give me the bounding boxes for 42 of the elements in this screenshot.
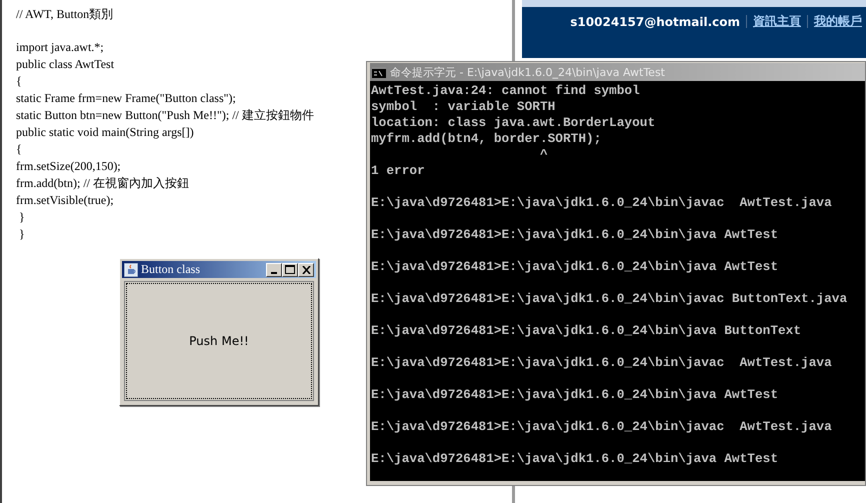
close-icon xyxy=(302,266,310,274)
code-line: static Button btn=new Button("Push Me!!"); // 建立按鈕物件 xyxy=(16,107,314,124)
console-line: ^ xyxy=(538,147,548,163)
console-icon xyxy=(372,66,386,78)
header-link[interactable]: 資訊主頁 xyxy=(753,13,801,30)
code-line: frm.setVisible(true); xyxy=(16,192,114,209)
code-line: // AWT, Button類別 xyxy=(16,6,114,23)
console-line: AwtTest.java:24: cannot find symbol xyxy=(371,83,640,99)
code-line: frm.setSize(200,150); xyxy=(16,158,121,175)
minimize-button[interactable] xyxy=(266,262,282,276)
console-line: E:\java\d9726481>E:\java\jdk1.6.0_24\bin\java ButtonText xyxy=(371,323,802,339)
console-line: 1 error xyxy=(371,163,425,179)
console-line: E:\java\d9726481>E:\java\jdk1.6.0_24\bin\javac AwtTest.java xyxy=(371,355,832,371)
minimize-icon xyxy=(271,272,277,274)
code-line: { xyxy=(16,73,22,90)
console-line: myfrm.add(btn4, border.SORTH); xyxy=(371,131,602,147)
console-line: location: class java.awt.BorderLayout xyxy=(371,115,656,131)
code-line: public static void main(String args[]) xyxy=(16,124,194,141)
account-email: s10024157@hotmail.com xyxy=(570,14,740,28)
console-line: E:\java\d9726481>E:\java\jdk1.6.0_24\bin\java AwtTest xyxy=(371,227,778,243)
push-button[interactable]: Push Me!! xyxy=(124,281,314,401)
console-line: E:\java\d9726481>E:\java\jdk1.6.0_24\bin\javac AwtTest.java xyxy=(371,195,832,211)
code-line: } xyxy=(18,226,25,243)
code-line: frm.add(btn); // 在視窗內加入按鈕 xyxy=(16,175,189,192)
console-line: E:\java\d9726481>E:\java\jdk1.6.0_24\bin\java AwtTest xyxy=(371,451,778,467)
code-line: import java.awt.*; xyxy=(16,39,104,56)
code-line: public class AwtTest xyxy=(16,56,114,73)
console-line: E:\java\d9726481>E:\java\jdk1.6.0_24\bin\javac AwtTest.java xyxy=(371,419,832,435)
console-line: E:\java\d9726481>E:\java\jdk1.6.0_24\bin\javac ButtonText.java xyxy=(371,291,848,307)
maximize-button[interactable] xyxy=(282,262,298,276)
code-line: { xyxy=(16,141,22,158)
console-line: E:\java\d9726481>E:\java\jdk1.6.0_24\bin\java AwtTest xyxy=(371,387,778,403)
frame-title: Button class xyxy=(141,262,201,277)
maximize-icon xyxy=(285,265,295,274)
cup-icon xyxy=(124,262,138,276)
close-button[interactable] xyxy=(298,262,314,276)
console-title: 命令提示字元 - E:\java\jdk1.6.0_24\bin\java AwtTest xyxy=(390,64,665,80)
code-line: } xyxy=(18,209,25,226)
code-line: static Frame frm=new Frame("Button class"); xyxy=(16,90,236,107)
console-line: symbol : variable SORTH xyxy=(371,99,556,115)
header-link[interactable]: 我的帳戶 xyxy=(814,13,862,30)
console-line: E:\java\d9726481>E:\java\jdk1.6.0_24\bin\java AwtTest xyxy=(371,259,778,275)
